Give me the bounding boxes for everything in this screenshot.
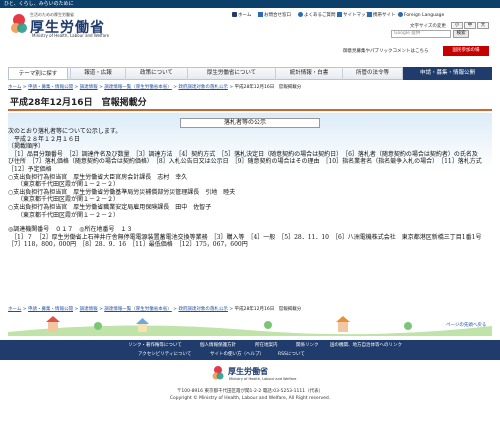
question-icon: [298, 12, 303, 17]
footer-address: 〒100-8916 東京都千代田区霞が関1-2-2 電話:03-5253-111…: [176, 389, 324, 394]
font-large-button[interactable]: 大: [477, 22, 489, 29]
faq-link[interactable]: よくあるご質問: [298, 12, 336, 20]
notice-heading: 落札者等の公示: [223, 119, 266, 126]
top-tagline-bar: ひと、くらし、みらいのために: [0, 0, 500, 8]
notice-line: （東京都千代田区霞が関１－２－２）: [8, 196, 120, 204]
footer-link-location[interactable]: 所在地案内: [255, 342, 278, 348]
notice-line: 〔掲載順序〕: [8, 143, 45, 151]
footer-link-related[interactable]: 関係リンク: [296, 342, 319, 348]
notice-line: 平成２８年１２月１６日: [8, 135, 81, 143]
font-small-button[interactable]: 小: [451, 22, 463, 29]
breadcrumb-award-notice[interactable]: 政府調達対象の落札公示: [178, 85, 228, 90]
footer-link-privacy[interactable]: 個人情報保護方針: [200, 342, 236, 348]
footer-link-gov[interactable]: 国の機関、地方自治体等へのリンク: [330, 342, 402, 348]
notice-line: ◎調達機関番号 ０１７ ◎所在地番号 １３: [8, 226, 133, 234]
nav-laws[interactable]: 所管の法令等: [342, 67, 402, 80]
breadcrumb-current: 平成28年12月16日 官報掲載分: [234, 85, 302, 90]
notice-document: 落札者等の公示 次のとおり落札者等について公示します。 平成２８年１２月１６日 …: [8, 118, 482, 249]
mobile-icon: [367, 12, 372, 17]
footer-logo-title: 厚生労働省: [228, 366, 268, 376]
nav-policy[interactable]: 政策について: [125, 67, 187, 80]
ministry-logo-icon[interactable]: [8, 12, 30, 36]
search-input[interactable]: Google 提供: [391, 30, 451, 38]
notice-line: （東京都千代田区霞が関１－２－２）: [8, 211, 120, 219]
logo-english: Ministry of Health, Labour and Welfare: [32, 33, 110, 38]
breadcrumb-application[interactable]: 申請・募集・情報公開: [28, 85, 73, 90]
globe-icon: [398, 12, 403, 17]
font-size-label: 文字サイズの変更: [410, 24, 446, 29]
mobile-link[interactable]: 携帯サイト: [367, 12, 396, 20]
tagline: ひと、くらし、みらいのために: [4, 1, 74, 7]
notice-line: ［1］７ ［2］厚生労働省上石神井庁舎無停電電源装置蓄電池交換等業務 ［3］購入…: [8, 233, 482, 249]
search-button[interactable]: 検索: [453, 30, 469, 38]
font-medium-button[interactable]: 中: [464, 22, 476, 29]
breadcrumb: ホーム > 申請・募集・情報公開 > 調達情報 > 調達情報一覧（厚生労働省本省…: [8, 85, 302, 90]
mail-icon: [258, 12, 263, 17]
footer-link-rss[interactable]: RSSについて: [278, 351, 305, 357]
page-top-link[interactable]: ページの先頭へ戻る: [446, 322, 486, 328]
sitemap-link[interactable]: サイトマップ: [337, 12, 370, 20]
breadcrumb-procurement-list[interactable]: 調達情報一覧（厚生労働省本省）: [104, 85, 172, 90]
foreign-language-link[interactable]: Foreign Language: [398, 12, 444, 20]
breadcrumb-home[interactable]: ホーム: [8, 85, 21, 90]
nav-theme[interactable]: テーマ別に探す: [8, 67, 68, 80]
home-link[interactable]: ホーム: [232, 12, 251, 20]
notice-line: ［1］品目分類番号 ［2］調達件名及び数量 ［3］調達方法 ［4］契約方式 ［5…: [8, 150, 482, 173]
footer-link-accessibility[interactable]: アクセシビリティについて: [138, 351, 191, 357]
contact-link[interactable]: お問合せ窓口: [258, 12, 291, 20]
notice-line: 次のとおり落札者等について公示します。: [8, 128, 122, 135]
pubcom-link[interactable]: 御意見募集やパブリックコメントはこちら: [343, 48, 429, 54]
notice-line: （東京都千代田区霞が関１－２－２）: [8, 181, 120, 189]
breadcrumb-procurement[interactable]: 調達情報: [80, 85, 98, 90]
nav-about[interactable]: 厚生労働省について: [187, 67, 275, 80]
footer-copyright: Copyright © Ministry of Health, Labour a…: [169, 396, 331, 401]
footer-nav: [0, 340, 500, 360]
house-icon: [232, 12, 237, 17]
footer-logo-english: Ministry of Health, Labour and Welfare: [229, 377, 297, 381]
footer-link-help[interactable]: サイトの使い方（ヘルプ）: [210, 351, 264, 357]
footer-logo-icon: [212, 366, 224, 380]
kokumin-button[interactable]: 国民参加の場: [443, 46, 489, 56]
nav-application[interactable]: 申請・募集・情報公開: [402, 67, 492, 80]
page-title: 平成28年12月16日 官報掲載分: [8, 97, 492, 111]
town-illustration: [8, 316, 492, 336]
nav-press[interactable]: 報道・広報: [70, 67, 125, 80]
sitemap-icon: [337, 12, 342, 17]
notice-line: ○支出負担行為担当官 厚生労働省職業安定局雇用保険課長 田中 佐智子: [8, 203, 212, 211]
nav-stats[interactable]: 統計情報・白書: [275, 67, 342, 80]
footer-link-copyright[interactable]: リンク・著作権等について: [128, 342, 182, 348]
